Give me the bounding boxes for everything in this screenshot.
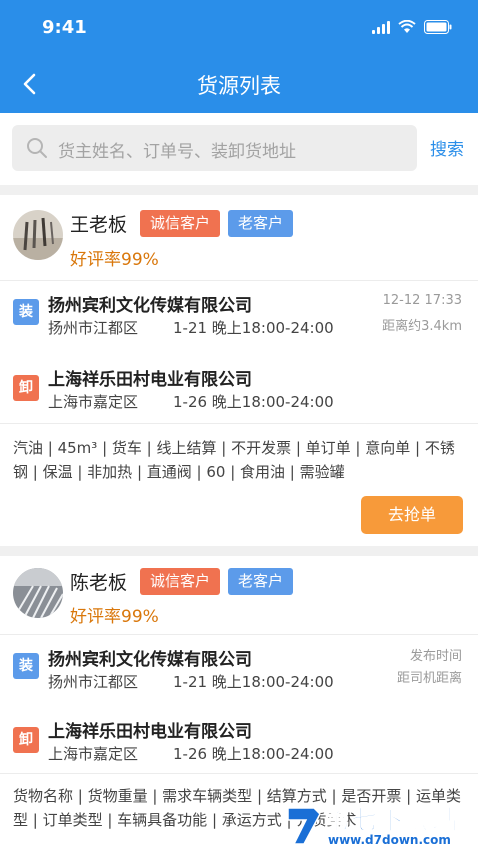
watermark-url: www.d7down.com <box>328 833 451 847</box>
unload-time: 1-26 晚上18:00-24:00 <box>173 393 334 411</box>
unload-address: 上海市嘉定区 <box>48 745 139 763</box>
load-company: 扬州宾利文化传媒有限公司 <box>48 650 252 670</box>
nav-bar: 货源列表 <box>0 62 478 106</box>
load-company: 扬州宾利文化传媒有限公司 <box>48 296 252 316</box>
tag-trusted-customer: 诚信客户 <box>140 568 221 595</box>
watermark-title: 第七下载站 <box>323 806 460 837</box>
unload-badge: 卸 <box>13 727 39 753</box>
load-time: 1-21 晚上18:00-24:00 <box>173 673 334 691</box>
search-input[interactable]: 货主姓名、订单号、装卸货地址 <box>12 125 417 171</box>
battery-icon <box>424 20 452 34</box>
publish-time: 12-12 17:33 <box>382 293 462 308</box>
load-address: 扬州市江都区 <box>48 673 139 691</box>
tag-returning-customer: 老客户 <box>228 210 294 237</box>
site-watermark: 第七下载站 www.d7down.com <box>284 800 474 850</box>
unload-route: 卸 上海祥乐田村电业有限公司 上海市嘉定区 1-26 晚上18:00-24:00 <box>0 705 478 773</box>
watermark-logo-icon <box>287 807 321 845</box>
owner-name: 王老板 <box>70 214 128 236</box>
tag-trusted-customer: 诚信客户 <box>140 210 221 237</box>
distance: 距离约3.4km <box>382 319 462 334</box>
section-divider <box>0 185 478 195</box>
tag-returning-customer: 老客户 <box>228 568 294 595</box>
avatar <box>13 210 63 260</box>
search-placeholder: 货主姓名、订单号、装卸货地址 <box>58 142 296 162</box>
load-badge: 装 <box>13 653 39 679</box>
load-route: 装 扬州宾利文化传媒有限公司 扬州市江都区 1-21 晚上18:00-24:00… <box>0 635 478 705</box>
unload-badge: 卸 <box>13 375 39 401</box>
cargo-card[interactable]: 王老板 诚信客户 老客户 好评率99% 装 扬州宾利文化传媒有限公司 扬州市江都… <box>0 195 478 546</box>
signal-icon <box>372 20 390 34</box>
load-route: 装 扬州宾利文化传媒有限公司 扬州市江都区 1-21 晚上18:00-24:00… <box>0 281 478 353</box>
wifi-icon <box>398 20 416 34</box>
owner-name: 陈老板 <box>70 572 128 594</box>
cargo-attributes: 汽油 | 45m³ | 货车 | 线上结算 | 不开发票 | 单订单 | 意向单… <box>13 439 455 481</box>
avatar <box>13 568 63 618</box>
rating-text: 好评率99% <box>70 250 159 270</box>
unload-address: 上海市嘉定区 <box>48 393 139 411</box>
grab-order-button[interactable]: 去抢单 <box>361 496 463 534</box>
load-time: 1-21 晚上18:00-24:00 <box>173 319 334 337</box>
unload-time: 1-26 晚上18:00-24:00 <box>173 745 334 763</box>
publish-time-label: 发布时间 <box>409 649 462 664</box>
search-row: 货主姓名、订单号、装卸货地址 搜索 <box>0 113 478 185</box>
status-icons <box>372 20 452 34</box>
load-address: 扬州市江都区 <box>48 319 139 337</box>
rating-text: 好评率99% <box>70 607 159 627</box>
search-icon <box>27 138 47 158</box>
search-button[interactable]: 搜索 <box>430 135 464 160</box>
driver-distance-label: 距司机距离 <box>396 671 462 686</box>
section-divider <box>0 546 478 556</box>
app-header: 9:41 货源列表 <box>0 0 478 113</box>
card-header: 王老板 诚信客户 老客户 好评率99% <box>0 195 478 280</box>
unload-route: 卸 上海祥乐田村电业有限公司 上海市嘉定区 1-26 晚上18:00-24:00 <box>0 353 478 423</box>
status-bar: 9:41 <box>0 0 478 56</box>
status-time: 9:41 <box>42 17 87 38</box>
load-badge: 装 <box>13 299 39 325</box>
page-title: 货源列表 <box>197 74 281 98</box>
unload-company: 上海祥乐田村电业有限公司 <box>48 722 252 742</box>
card-header: 陈老板 诚信客户 老客户 好评率99% <box>0 556 478 634</box>
unload-company: 上海祥乐田村电业有限公司 <box>48 370 252 390</box>
